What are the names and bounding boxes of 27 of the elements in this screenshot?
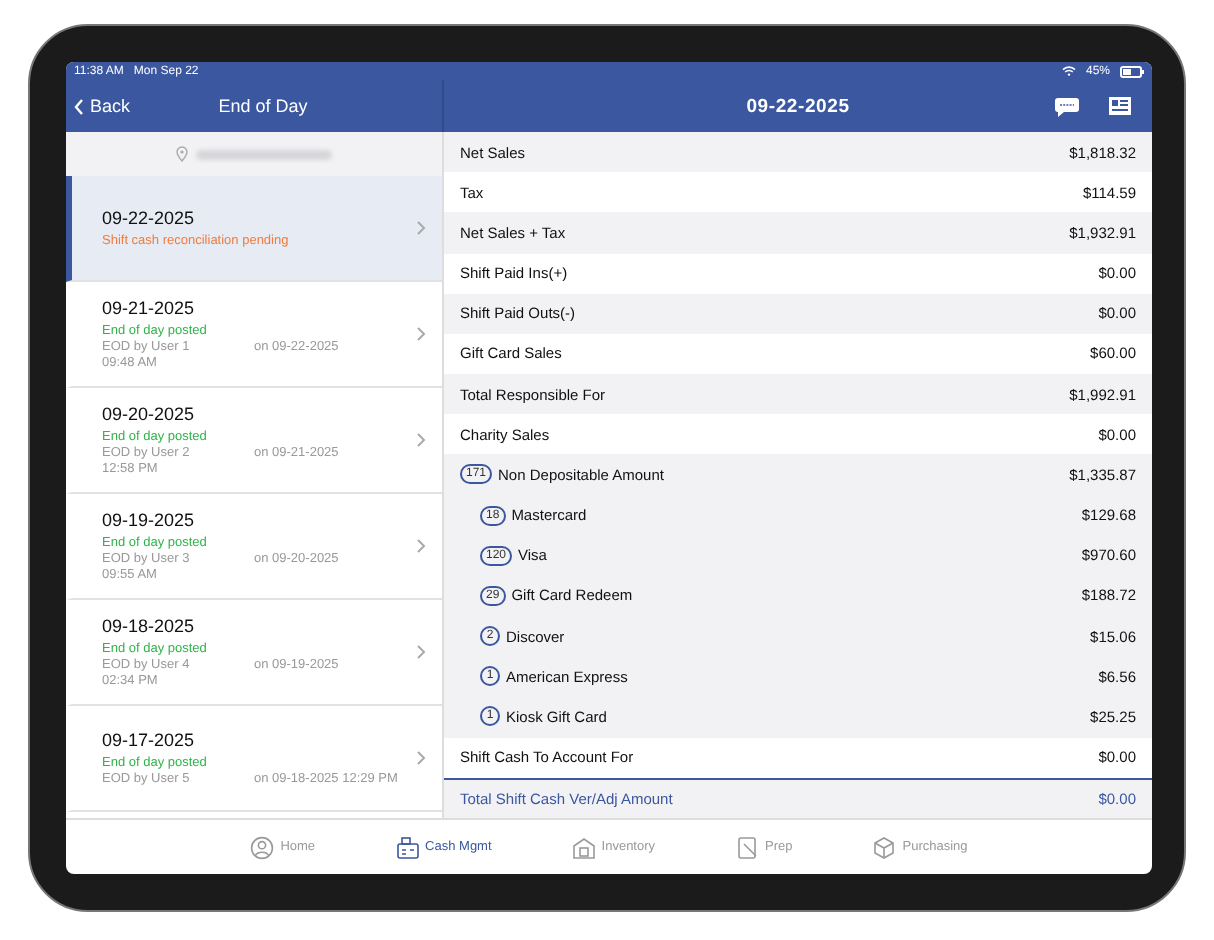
report-icon[interactable] bbox=[1108, 96, 1132, 116]
header-title: End of Day bbox=[218, 96, 308, 116]
chevron-icon bbox=[416, 432, 426, 448]
register-icon bbox=[395, 835, 420, 859]
chevron-icon bbox=[416, 220, 426, 236]
eod-date: 09-18-2025 bbox=[102, 616, 197, 636]
battery-icon bbox=[1120, 65, 1144, 77]
chevron-icon bbox=[416, 538, 426, 554]
detail-title: 09-22-2025 bbox=[746, 95, 850, 117]
eod-date: 09-19-2025 bbox=[102, 510, 197, 530]
wifi-icon bbox=[1061, 66, 1076, 76]
person-icon bbox=[250, 835, 275, 859]
building-icon bbox=[571, 835, 596, 859]
blurred-address bbox=[196, 149, 332, 159]
chat-help-icon[interactable] bbox=[1054, 95, 1080, 117]
back-chevron-icon bbox=[74, 97, 84, 115]
back-button[interactable]: Back bbox=[74, 96, 131, 116]
eod-date: 09-21-2025 bbox=[102, 298, 197, 318]
chevron-icon bbox=[416, 644, 426, 660]
chevron-icon bbox=[416, 750, 426, 766]
location-pin-icon bbox=[176, 146, 188, 162]
chevron-icon bbox=[416, 326, 426, 342]
clipboard-icon bbox=[735, 835, 760, 859]
eod-date: 09-20-2025 bbox=[102, 404, 197, 424]
boxes-icon bbox=[872, 835, 897, 859]
eod-date: 09-22-2025 bbox=[102, 208, 197, 228]
eod-date: 09-17-2025 bbox=[102, 730, 197, 750]
